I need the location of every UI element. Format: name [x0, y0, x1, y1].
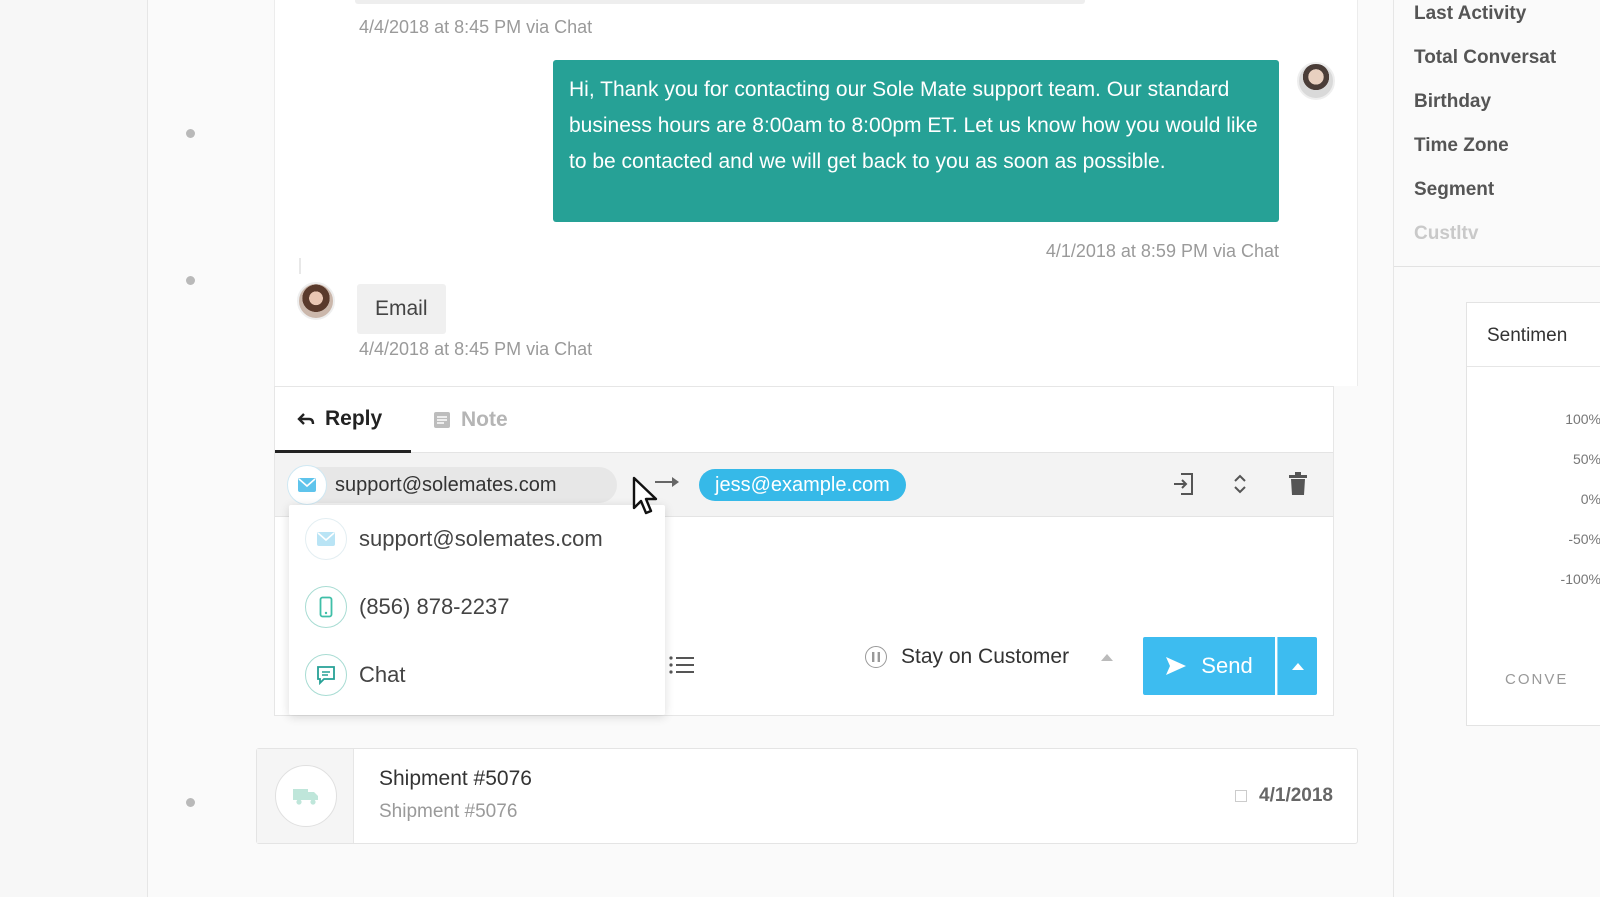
tab-note[interactable]: Note — [433, 387, 508, 453]
channel-option-label: (856) 878-2237 — [359, 594, 510, 619]
tab-reply-label: Reply — [325, 406, 383, 430]
axis-tick: -50% — [1568, 531, 1600, 547]
conversation-thread: 4/4/2018 at 8:45 PM via Chat Hi, Thank y… — [274, 0, 1358, 386]
pause-icon — [865, 646, 887, 668]
axis-tick: 50% — [1572, 451, 1600, 467]
channel-option-email[interactable]: support@solemates.com — [305, 517, 603, 561]
shipment-title: Shipment #5076 — [379, 767, 532, 790]
send-button[interactable]: Send — [1143, 637, 1275, 695]
reply-composer: Reply Note support@solemates.com jess@ex… — [274, 386, 1334, 716]
chat-icon — [305, 654, 347, 696]
agent-message-timestamp: 4/1/2018 at 8:59 PM via Chat — [1045, 241, 1279, 261]
customer-details-panel: Last Activity Total Conversat Birthday T… — [1394, 0, 1600, 897]
send-icon — [1166, 657, 1187, 675]
list-icon[interactable] — [669, 655, 695, 675]
field-time-zone: Time Zone — [1414, 135, 1509, 156]
channel-option-label: Chat — [359, 662, 406, 687]
from-address-selector[interactable]: support@solemates.com — [287, 465, 617, 505]
axis-tick: 0% — [1580, 491, 1600, 507]
timeline-dot — [186, 129, 195, 138]
expand-collapse-icon[interactable] — [1227, 471, 1253, 497]
left-rail — [0, 0, 148, 897]
panel-separator — [1394, 266, 1600, 267]
to-address-pill[interactable]: jess@example.com — [699, 469, 906, 501]
sentiment-card: Sentimen 100% 50% 0% -50% -100% CONVE — [1466, 302, 1600, 726]
agent-avatar[interactable] — [1297, 62, 1335, 100]
field-total-conversations: Total Conversat — [1414, 47, 1557, 68]
thread-connector — [299, 258, 301, 274]
previous-message-edge — [355, 0, 1085, 4]
reply-arrow-icon — [297, 412, 315, 425]
shipment-subtitle: Shipment #5076 — [379, 801, 518, 822]
channel-option-phone[interactable]: (856) 878-2237 — [305, 585, 509, 629]
conversations-label: CONVE — [1505, 671, 1569, 688]
field-segment: Segment — [1414, 179, 1495, 200]
sentiment-title: Sentimen — [1487, 325, 1568, 346]
tab-note-label: Note — [461, 408, 508, 431]
mouse-cursor-icon — [632, 476, 658, 515]
send-button-label: Send — [1201, 653, 1253, 678]
customer-message-timestamp: 4/4/2018 at 8:45 PM via Chat — [359, 339, 593, 359]
phone-icon — [305, 586, 347, 628]
field-birthday: Birthday — [1414, 91, 1492, 112]
field-custltv: Custltv — [1414, 223, 1479, 244]
timeline-dot — [186, 276, 195, 285]
channel-dropdown: support@solemates.com (856) 878-2237 Cha… — [289, 505, 665, 715]
from-address-text: support@solemates.com — [335, 473, 557, 496]
customer-message-bubble: Email — [357, 284, 446, 334]
insert-icon[interactable] — [1171, 471, 1197, 497]
channel-option-chat[interactable]: Chat — [305, 653, 405, 697]
timeline-dot — [186, 798, 195, 807]
calendar-icon — [1235, 790, 1248, 802]
trash-icon[interactable] — [1285, 471, 1311, 497]
customer-avatar[interactable] — [297, 282, 335, 320]
shipment-date-text: 4/1/2018 — [1259, 785, 1333, 806]
send-options-button[interactable] — [1277, 637, 1317, 695]
axis-tick: 100% — [1565, 411, 1600, 427]
shipment-card[interactable]: Shipment #5076 Shipment #5076 4/1/2018 — [256, 748, 1358, 844]
app-window: 4/4/2018 at 8:45 PM via Chat Hi, Thank y… — [0, 0, 1600, 897]
stay-on-customer-selector[interactable]: Stay on Customer — [865, 645, 1114, 669]
sentiment-header: Sentimen — [1467, 303, 1600, 367]
caret-up-icon — [1291, 662, 1304, 670]
tab-reply[interactable]: Reply — [275, 387, 411, 453]
channel-option-label: support@solemates.com — [359, 526, 603, 551]
message-timestamp: 4/4/2018 at 8:45 PM via Chat — [359, 17, 593, 37]
truck-icon — [275, 765, 337, 827]
composer-tabs: Reply Note — [275, 387, 1333, 453]
shipment-icon-area — [257, 749, 354, 843]
note-icon — [434, 412, 450, 428]
agent-message-bubble: Hi, Thank you for contacting our Sole Ma… — [553, 60, 1279, 222]
field-last-activity: Last Activity — [1414, 3, 1527, 24]
shipment-date: 4/1/2018 — [1235, 785, 1333, 807]
email-icon — [305, 518, 347, 560]
stay-on-customer-label: Stay on Customer — [901, 645, 1070, 668]
email-icon — [287, 465, 327, 505]
axis-tick: -100% — [1560, 571, 1600, 587]
caret-up-icon — [1101, 653, 1114, 661]
